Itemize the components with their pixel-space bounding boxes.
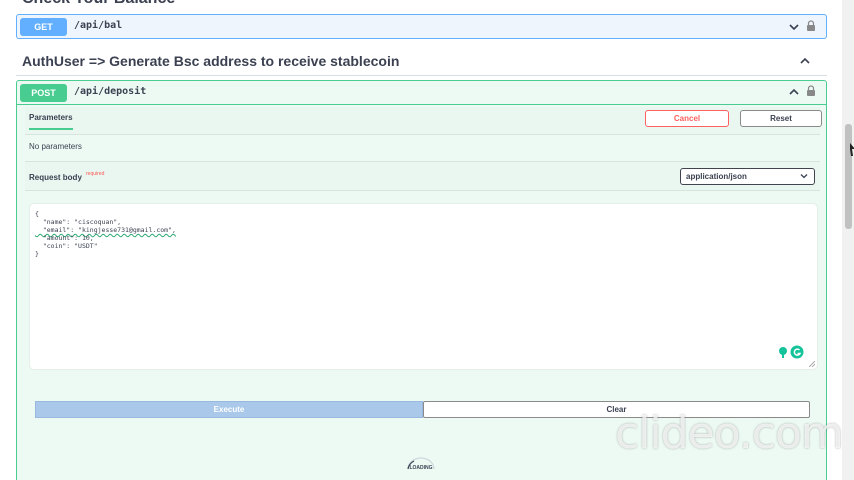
json-line: "amount": 10, <box>35 234 94 242</box>
chevron-up-icon[interactable] <box>788 86 800 98</box>
tag-section-authuser[interactable]: AuthUser => Generate Bsc address to rece… <box>16 48 827 76</box>
request-body-label: Request body <box>29 173 82 182</box>
grammarly-icon[interactable] <box>777 345 807 359</box>
json-line: } <box>35 250 39 258</box>
section-heading-clipped: Check Your Balance <box>22 0 175 8</box>
content-type-value: application/json <box>686 172 747 181</box>
chevron-down-icon[interactable] <box>788 21 800 33</box>
json-line: "coin": "USDT" <box>35 242 98 250</box>
tag-title: AuthUser => Generate Bsc address to rece… <box>22 53 400 69</box>
lock-icon[interactable] <box>806 20 816 32</box>
page-scrollbar[interactable] <box>842 0 854 480</box>
chevron-down-icon <box>800 174 808 179</box>
get-method-badge: GET <box>20 18 67 36</box>
execute-button[interactable]: Execute <box>35 401 423 418</box>
json-body: { "name": "ciscoquan", "email": "kingjes… <box>35 210 176 258</box>
cancel-button[interactable]: Cancel <box>645 110 729 127</box>
loading-indicator: LOADING <box>405 457 437 477</box>
request-body-header: Request body required application/json <box>25 161 820 191</box>
get-bal-operation[interactable]: GET /api/bal <box>16 14 827 39</box>
required-label: required <box>86 171 105 177</box>
reset-button[interactable]: Reset <box>740 110 822 127</box>
parameters-header: Parameters Cancel Reset <box>25 107 822 135</box>
get-path: /api/bal <box>74 20 123 31</box>
loading-text: LOADING <box>409 465 433 471</box>
json-line: "email": "kingjesse731@gmail.com", <box>35 226 176 234</box>
lock-icon[interactable] <box>806 85 816 97</box>
resize-handle-icon[interactable] <box>809 361 815 367</box>
tab-parameters[interactable]: Parameters <box>29 113 73 130</box>
content-type-select[interactable]: application/json <box>680 168 815 185</box>
scrollbar-thumb[interactable] <box>845 124 852 229</box>
post-summary[interactable]: POST /api/deposit <box>17 81 826 105</box>
post-path: /api/deposit <box>74 86 147 97</box>
no-parameters-text: No parameters <box>29 142 82 151</box>
post-method-badge: POST <box>20 84 67 102</box>
watermark: clideo.com <box>615 408 844 459</box>
request-body-editor[interactable]: { "name": "ciscoquan", "email": "kingjes… <box>30 204 817 369</box>
json-line: { <box>35 210 39 218</box>
chevron-up-icon[interactable] <box>799 55 811 67</box>
mouse-cursor-icon <box>850 143 854 156</box>
json-line: "name": "ciscoquan", <box>35 218 122 226</box>
